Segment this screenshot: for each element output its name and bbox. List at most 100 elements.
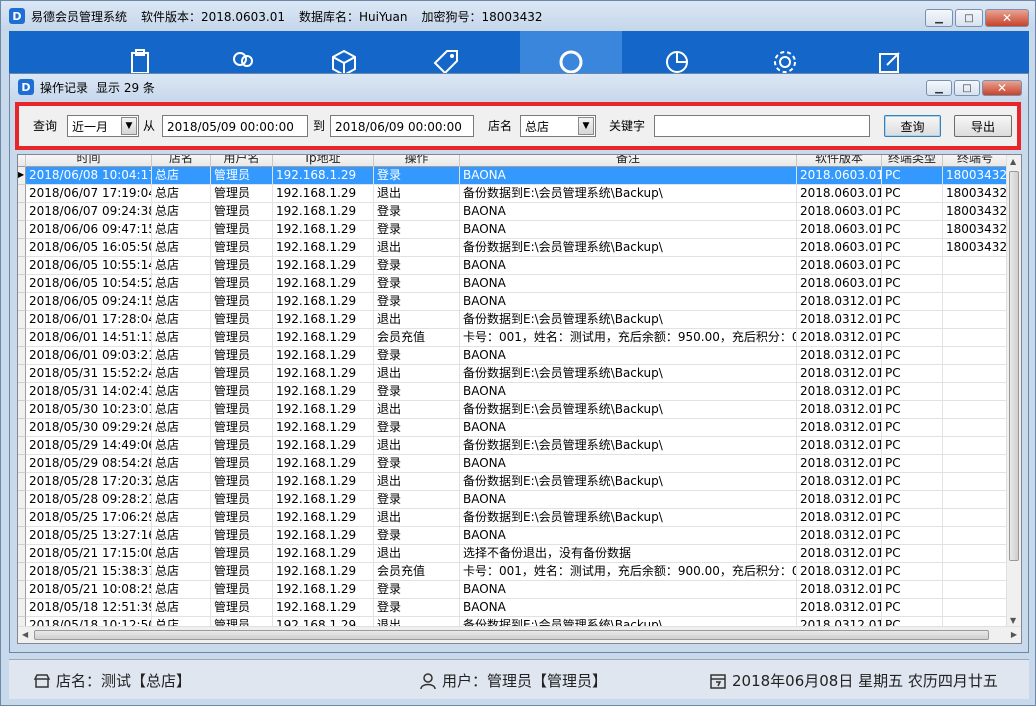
maximize-button[interactable]: □ [955,9,983,27]
row-header[interactable] [18,473,26,491]
table-row[interactable]: 2018/06/05 16:05:50 总店 管理员 192.168.1.29 退出 备份… [18,239,1008,257]
table-row[interactable]: 2018/05/28 09:28:21 总店 管理员 192.168.1.29 登录 BA… [18,491,1008,509]
dialog-maximize-button[interactable]: □ [954,80,980,96]
row-header[interactable] [18,365,26,383]
to-date-input[interactable]: 2018/06/09 00:00:00 [330,115,474,137]
store-select[interactable]: 总店 ▼ [520,115,596,137]
status-bar: 店名：测试【总店】 用户：管理员【管理员】 2018年06月08日 星期五 农历… [9,659,1029,699]
col-header-user[interactable]: 用户名 [211,155,273,167]
nav-item-2[interactable] [191,31,293,73]
nav-item-1[interactable] [89,31,191,74]
table-row[interactable]: 2018/05/18 12:51:39 总店 管理员 192.168.1.29 登录 BA… [18,599,1008,617]
dongle-text: 加密狗号：18003432 [421,9,543,24]
cell-time: 2018/05/28 17:20:32 [26,473,152,491]
scroll-down-icon[interactable]: ▼ [1010,616,1016,625]
table-row[interactable]: 2018/05/31 15:52:24 总店 管理员 192.168.1.29 退出 备份… [18,365,1008,383]
cell-operation: 登录 [374,419,460,437]
row-header[interactable] [18,275,26,293]
cell-time: 2018/05/29 08:54:28 [26,455,152,473]
table-row[interactable]: 2018/06/01 17:28:04 总店 管理员 192.168.1.29 退出 备份… [18,311,1008,329]
table-row[interactable]: 2018/05/30 09:29:26 总店 管理员 192.168.1.29 登录 BA… [18,419,1008,437]
table-row[interactable]: 2018/06/05 10:55:14 总店 管理员 192.168.1.29 登录 BA… [18,257,1008,275]
table-row[interactable]: 2018/05/28 17:20:32 总店 管理员 192.168.1.29 退出 备份… [18,473,1008,491]
scroll-up-icon[interactable]: ▲ [1010,157,1016,166]
row-header[interactable] [18,185,26,203]
vertical-scrollbar[interactable]: ▲ ▼ [1006,155,1021,627]
dialog-minimize-button[interactable]: ▁ [926,80,952,96]
row-header[interactable] [18,455,26,473]
period-select[interactable]: 近一月 ▼ [67,115,139,137]
minimize-button[interactable]: ▁ [925,9,953,27]
row-header[interactable] [18,545,26,563]
row-header[interactable] [18,383,26,401]
scroll-right-icon[interactable]: ▶ [1011,630,1017,639]
table-row[interactable]: 2018/06/06 09:47:15 总店 管理员 192.168.1.29 登录 BA… [18,221,1008,239]
table-row[interactable]: 2018/06/07 09:24:38 总店 管理员 192.168.1.29 登录 BA… [18,203,1008,221]
table-row[interactable]: 2018/06/01 09:03:21 总店 管理员 192.168.1.29 登录 BA… [18,347,1008,365]
nav-item-6[interactable] [626,31,728,73]
cell-store: 总店 [152,347,211,365]
row-header[interactable] [18,437,26,455]
row-header[interactable] [18,599,26,617]
cell-note: BAONA [460,221,797,239]
table-row[interactable]: ▶ 2018/06/08 10:04:17 总店 管理员 192.168.1.29 登录 B… [18,167,1008,185]
col-header-store[interactable]: 店名 [152,155,211,167]
table-row[interactable]: 2018/05/25 13:27:16 总店 管理员 192.168.1.29 登录 BA… [18,527,1008,545]
export-button[interactable]: 导出 [954,115,1012,137]
row-header[interactable] [18,527,26,545]
col-header-note[interactable]: 备注 [460,155,797,167]
table-row[interactable]: 2018/06/07 17:19:04 总店 管理员 192.168.1.29 退出 备份… [18,185,1008,203]
table-row[interactable]: 2018/05/29 14:49:06 总店 管理员 192.168.1.29 退出 备份… [18,437,1008,455]
row-header[interactable]: ▶ [18,167,26,185]
row-header[interactable] [18,257,26,275]
nav-item-8[interactable] [839,31,941,73]
horizontal-scrollbar[interactable]: ◀ ▶ [18,626,1021,643]
table-row[interactable]: 2018/05/21 17:15:00 总店 管理员 192.168.1.29 退出 选择… [18,545,1008,563]
row-header[interactable] [18,491,26,509]
vertical-scroll-thumb[interactable] [1009,171,1019,561]
table-row[interactable]: 2018/05/21 15:38:37 总店 管理员 192.168.1.29 会员充值… [18,563,1008,581]
table-row[interactable]: 2018/05/31 14:02:43 总店 管理员 192.168.1.29 登录 BA… [18,383,1008,401]
row-header[interactable] [18,509,26,527]
col-header-version[interactable]: 软件版本 [797,155,882,167]
close-button[interactable]: ✕ [985,9,1029,27]
row-header[interactable] [18,221,26,239]
cell-version: 2018.0603.01 [797,257,882,275]
row-header[interactable] [18,419,26,437]
keyword-input[interactable] [654,115,870,137]
row-header[interactable] [18,311,26,329]
col-header-terminal-type[interactable]: 终端类型 [882,155,943,167]
search-button[interactable]: 查询 [884,115,941,137]
nav-item-5[interactable] [520,31,622,74]
nav-item-3[interactable] [293,31,395,77]
table-row[interactable]: 2018/06/01 14:51:13 总店 管理员 192.168.1.29 会员充值… [18,329,1008,347]
scroll-left-icon[interactable]: ◀ [22,630,28,639]
row-header[interactable] [18,329,26,347]
app-name: 易德会员管理系统 [31,9,128,24]
col-header-operation[interactable]: 操作 [374,155,460,167]
row-header[interactable] [18,293,26,311]
row-header[interactable] [18,239,26,257]
col-header-ip[interactable]: Ip地址 [273,155,374,167]
row-header[interactable] [18,347,26,365]
cell-terminal-type: PC [882,167,943,185]
nav-item-7[interactable] [734,31,836,73]
dialog-close-button[interactable]: ✕ [982,80,1022,96]
cell-terminal-type: PC [882,455,943,473]
nav-item-4[interactable] [395,31,497,75]
from-date-input[interactable]: 2018/05/09 00:00:00 [162,115,308,137]
row-header[interactable] [18,563,26,581]
horizontal-scroll-thumb[interactable] [34,630,989,640]
table-row[interactable]: 2018/05/25 17:06:29 总店 管理员 192.168.1.29 退出 备份… [18,509,1008,527]
table-row[interactable]: 2018/06/05 09:24:15 总店 管理员 192.168.1.29 登录 BA… [18,293,1008,311]
table-row[interactable]: 2018/05/29 08:54:28 总店 管理员 192.168.1.29 登录 BA… [18,455,1008,473]
row-header[interactable] [18,203,26,221]
cell-note: BAONA [460,527,797,545]
row-header[interactable] [18,401,26,419]
col-header-terminal-no[interactable]: 终端号 [943,155,1008,167]
row-header[interactable] [18,581,26,599]
col-header-time[interactable]: 时间 [26,155,152,167]
table-row[interactable]: 2018/05/21 10:08:25 总店 管理员 192.168.1.29 登录 BA… [18,581,1008,599]
table-row[interactable]: 2018/05/30 10:23:01 总店 管理员 192.168.1.29 退出 备份… [18,401,1008,419]
table-row[interactable]: 2018/06/05 10:54:52 总店 管理员 192.168.1.29 登录 BA… [18,275,1008,293]
